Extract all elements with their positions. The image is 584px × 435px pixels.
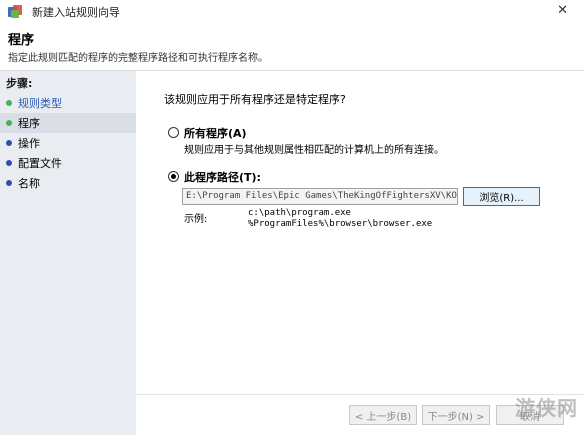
program-path-label[interactable]: 此程序路径(T): xyxy=(184,169,261,185)
close-icon[interactable]: ✕ xyxy=(557,4,568,18)
next-button[interactable]: 下一步(N) > xyxy=(422,405,490,425)
step-label: 操作 xyxy=(18,137,40,150)
all-programs-label[interactable]: 所有程序(A) xyxy=(184,125,247,141)
browse-button[interactable]: 浏览(R)... xyxy=(463,187,540,206)
example-path-1: c:\path\program.exe xyxy=(248,208,351,218)
example-path-2: %ProgramFiles%\browser\browser.exe xyxy=(248,219,433,229)
step-label: 程序 xyxy=(18,117,40,130)
example-label: 示例: xyxy=(184,214,208,225)
step-status-dot-icon xyxy=(6,100,12,106)
page-subtitle: 指定此规则匹配的程序的完整程序路径和可执行程序名称。 xyxy=(8,53,268,64)
title-bar: 新建入站规则向导 ✕ xyxy=(0,0,584,24)
program-path-input[interactable]: E:\Program Files\Epic Games\TheKingOfFig… xyxy=(182,188,458,205)
steps-sidebar: 步骤: 规则类型 程序 操作 配置文件 名称 xyxy=(0,71,136,435)
step-program[interactable]: 程序 xyxy=(0,113,136,133)
step-status-dot-icon xyxy=(6,160,12,166)
step-name[interactable]: 名称 xyxy=(0,173,136,193)
step-status-dot-icon xyxy=(6,140,12,146)
step-status-dot-icon xyxy=(6,120,12,126)
watermark-logo: 游侠网 xyxy=(515,396,578,420)
step-profile[interactable]: 配置文件 xyxy=(0,153,136,173)
steps-title: 步骤: xyxy=(6,77,33,90)
firewall-app-icon xyxy=(8,5,22,19)
step-label: 规则类型 xyxy=(18,97,62,110)
back-button[interactable]: < 上一步(B) xyxy=(349,405,417,425)
program-path-radio[interactable] xyxy=(168,171,179,182)
step-rule-type[interactable]: 规则类型 xyxy=(0,93,136,113)
window-title: 新建入站规则向导 xyxy=(32,6,120,19)
main-panel: 该规则应用于所有程序还是特定程序? 所有程序(A) 规则应用于与其他规则属性相匹… xyxy=(136,71,584,435)
wizard-header: 程序 指定此规则匹配的程序的完整程序路径和可执行程序名称。 xyxy=(0,24,584,71)
all-programs-radio[interactable] xyxy=(168,127,179,138)
step-label: 配置文件 xyxy=(18,157,62,170)
step-status-dot-icon xyxy=(6,180,12,186)
all-programs-description: 规则应用于与其他规则属性相匹配的计算机上的所有连接。 xyxy=(184,145,444,156)
program-question: 该规则应用于所有程序还是特定程序? xyxy=(164,93,346,106)
step-action[interactable]: 操作 xyxy=(0,133,136,153)
page-title: 程序 xyxy=(8,33,35,48)
step-label: 名称 xyxy=(18,177,40,190)
example-paths: c:\path\program.exe %ProgramFiles%\brows… xyxy=(248,208,432,230)
